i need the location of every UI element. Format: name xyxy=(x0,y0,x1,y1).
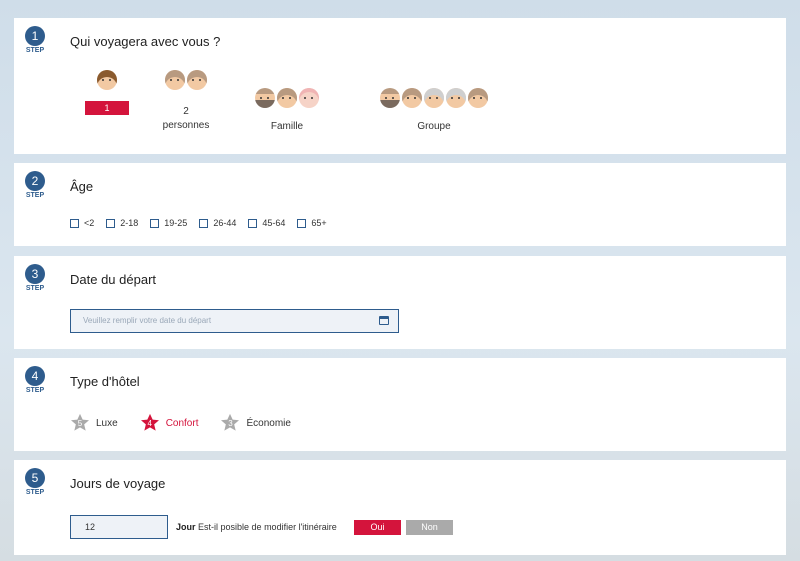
step-number: 2 xyxy=(25,171,45,191)
hotel-option-economie[interactable]: 3 Économie xyxy=(220,413,291,433)
hotel-option-confort[interactable]: 4 Confort xyxy=(140,413,199,433)
step-number: 3 xyxy=(25,264,45,284)
traveler-option-famille[interactable]: Famille xyxy=(244,88,330,132)
age-label: 45-64 xyxy=(262,218,286,228)
star-icon: 4 xyxy=(140,413,160,433)
hotel-label: Luxe xyxy=(96,417,118,429)
age-label: 65+ xyxy=(311,218,327,228)
step-label: STEP xyxy=(25,489,45,496)
step-4-card: 4 STEP Type d'hôtel 5 Luxe 4 Confort 3 É… xyxy=(14,358,786,451)
yes-button[interactable]: Oui xyxy=(354,520,401,535)
hotel-option-luxe[interactable]: 5 Luxe xyxy=(70,413,118,433)
star-icon: 5 xyxy=(70,413,90,433)
traveler-count-selected: 1 xyxy=(85,101,129,115)
step-title: Jours de voyage xyxy=(70,476,166,491)
traveler-option-1[interactable]: 1 xyxy=(83,70,131,115)
step-title: Date du départ xyxy=(70,272,157,287)
step-badge: 2 STEP xyxy=(23,171,47,199)
face-icon xyxy=(446,88,466,108)
face-icon xyxy=(299,88,319,108)
age-option[interactable]: 45-64 xyxy=(248,218,285,228)
step-3-card: 3 STEP Date du départ Veuillez remplir v… xyxy=(14,256,786,349)
traveler-label: Groupe xyxy=(417,121,451,132)
step-label: STEP xyxy=(25,285,45,292)
age-checkbox[interactable] xyxy=(199,218,209,228)
age-label: 19-25 xyxy=(164,218,188,228)
step-5-card: 5 STEP Jours de voyage 12 Jour Est-il po… xyxy=(14,460,786,555)
step-label: STEP xyxy=(25,192,45,199)
age-option[interactable]: 26-44 xyxy=(199,218,236,228)
star-count: 4 xyxy=(147,419,152,428)
age-label: 2-18 xyxy=(120,218,139,228)
age-option[interactable]: 65+ xyxy=(297,218,327,228)
star-icon: 3 xyxy=(220,413,240,433)
step-label: STEP xyxy=(25,47,45,54)
age-checkbox[interactable] xyxy=(70,218,79,228)
step-badge: 1 STEP xyxy=(23,26,47,54)
traveler-label: 2 xyxy=(183,106,189,117)
age-checkbox[interactable] xyxy=(297,218,307,228)
step-number: 5 xyxy=(25,468,45,488)
age-checkbox[interactable] xyxy=(106,218,116,228)
face-icon xyxy=(380,88,400,108)
face-icon xyxy=(187,70,207,90)
age-label: 26-44 xyxy=(213,218,237,228)
face-icon xyxy=(402,88,422,108)
days-text: Jour Est-il posible de modifier l'itinér… xyxy=(176,522,337,532)
face-icon xyxy=(468,88,488,108)
age-label: <2 xyxy=(84,218,95,228)
step-2-card: 2 STEP Âge <2 2-18 19-25 26-44 45-64 65+ xyxy=(14,163,786,246)
traveler-option-2[interactable]: 2 personnes xyxy=(155,70,217,131)
traveler-label: personnes xyxy=(162,120,210,131)
calendar-icon[interactable] xyxy=(379,316,389,325)
face-icon xyxy=(255,88,275,108)
step-badge: 5 STEP xyxy=(23,468,47,496)
date-placeholder: Veuillez remplir votre date du départ xyxy=(83,316,212,325)
face-icon xyxy=(277,88,297,108)
star-count: 5 xyxy=(77,419,83,428)
departure-date-input[interactable]: Veuillez remplir votre date du départ xyxy=(70,309,399,333)
hotel-label: Économie xyxy=(246,417,291,429)
age-options: <2 2-18 19-25 26-44 45-64 65+ xyxy=(70,218,327,228)
step-title: Type d'hôtel xyxy=(70,374,140,389)
no-button[interactable]: Non xyxy=(406,520,453,535)
age-option[interactable]: <2 xyxy=(70,218,94,228)
step-label: STEP xyxy=(25,387,45,394)
face-icon xyxy=(424,88,444,108)
step-number: 4 xyxy=(25,366,45,386)
star-count: 3 xyxy=(228,419,233,428)
step-title: Âge xyxy=(70,179,94,194)
step-badge: 3 STEP xyxy=(23,264,47,292)
face-icon xyxy=(165,70,185,90)
modify-itinerary-question: Est-il posible de modifier l'itinéraire xyxy=(198,522,337,532)
days-input[interactable]: 12 xyxy=(70,515,168,539)
step-title: Qui voyagera avec vous ? xyxy=(70,34,221,49)
step-badge: 4 STEP xyxy=(23,366,47,394)
step-number: 1 xyxy=(25,26,45,46)
age-option[interactable]: 19-25 xyxy=(150,218,187,228)
age-checkbox[interactable] xyxy=(248,218,258,228)
days-unit: Jour xyxy=(176,522,196,532)
age-checkbox[interactable] xyxy=(150,218,160,228)
face-icon xyxy=(97,70,117,90)
hotel-label: Confort xyxy=(165,417,199,429)
traveler-option-groupe[interactable]: Groupe xyxy=(358,88,510,132)
step-1-card: 1 STEP Qui voyagera avec vous ? 1 2 pers… xyxy=(14,18,786,154)
hotel-options: 5 Luxe 4 Confort 3 Économie xyxy=(70,413,291,433)
traveler-label: Famille xyxy=(270,121,304,132)
age-option[interactable]: 2-18 xyxy=(106,218,138,228)
